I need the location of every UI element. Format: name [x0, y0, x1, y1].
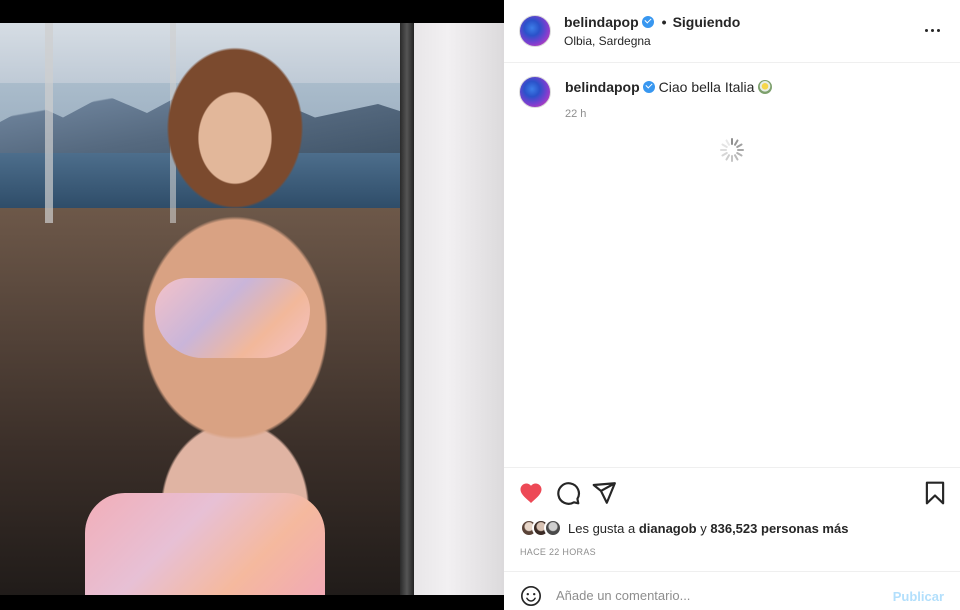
photo-window-frame: [400, 23, 414, 595]
more-options-icon[interactable]: [920, 20, 944, 40]
liked-by-username[interactable]: dianagob: [639, 521, 697, 536]
caption-text: Ciao bella Italia: [658, 79, 755, 95]
likes-suffix[interactable]: personas más: [761, 521, 848, 536]
comment-bar: Publicar: [504, 571, 960, 610]
flower-emoji-icon: [758, 80, 773, 94]
post-photo[interactable]: [0, 23, 504, 595]
photo-swimwear-bottom: [85, 493, 325, 595]
post-caption: belindapop Ciao bella Italia: [565, 79, 773, 95]
post-media-pane: [0, 0, 504, 610]
author-avatar[interactable]: [519, 15, 551, 47]
post-timestamp[interactable]: HACE 22 HORAS: [520, 547, 596, 557]
heart-icon[interactable]: [518, 480, 544, 506]
post-location[interactable]: Olbia, Sardegna: [564, 34, 651, 48]
likes-connector: y: [700, 520, 707, 536]
separator-dot: •: [661, 14, 667, 30]
comments-area: belindapop Ciao bella Italia 22 h: [504, 63, 960, 467]
post-actions-bar: [504, 467, 960, 515]
photo-pole: [45, 23, 53, 223]
publish-button[interactable]: Publicar: [893, 589, 944, 604]
share-icon[interactable]: [591, 480, 617, 506]
comment-icon[interactable]: [555, 480, 581, 506]
header-author-line: belindapop • Siguiendo: [564, 14, 740, 30]
photo-swimwear-top: [155, 278, 310, 358]
verified-badge-icon: [641, 16, 654, 28]
likes-summary: Les gusta a dianagob y 836,523 personas …: [520, 517, 848, 539]
verified-badge-icon: [642, 81, 655, 93]
likes-prefix: Les gusta a: [568, 520, 636, 536]
likes-count[interactable]: 836,523: [710, 521, 757, 536]
bookmark-icon[interactable]: [922, 480, 948, 506]
caption-author-avatar[interactable]: [519, 76, 551, 108]
comment-input[interactable]: [556, 582, 876, 608]
post-header: belindapop • Siguiendo Olbia, Sardegna: [504, 0, 960, 63]
photo-wall: [410, 23, 504, 595]
post-details-panel: belindapop • Siguiendo Olbia, Sardegna bel…: [504, 0, 960, 610]
author-username[interactable]: belindapop: [564, 14, 639, 30]
following-button[interactable]: Siguiendo: [673, 14, 741, 30]
caption-time-ago[interactable]: 22 h: [565, 108, 586, 120]
caption-username[interactable]: belindapop: [565, 79, 640, 95]
liker-avatar[interactable]: [544, 519, 562, 537]
likes-count-link[interactable]: 836,523 personas más: [710, 521, 848, 536]
liker-avatars: [520, 519, 562, 537]
emoji-icon[interactable]: [520, 585, 542, 607]
loading-spinner-icon: [719, 137, 745, 163]
